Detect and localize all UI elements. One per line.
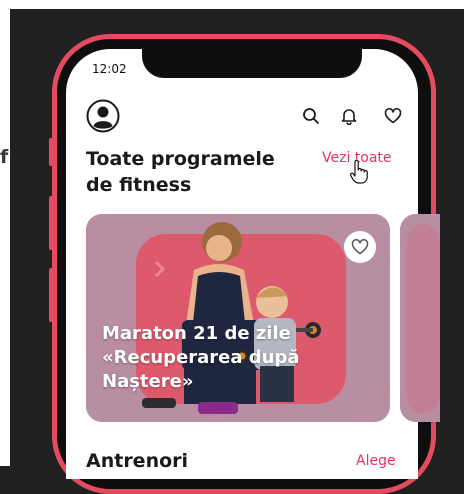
favorite-button[interactable] [344, 231, 376, 263]
side-button-left-2 [49, 196, 55, 250]
heart-outline-icon [351, 239, 369, 255]
next-program-card[interactable] [400, 214, 440, 422]
user-avatar-icon[interactable] [86, 99, 120, 133]
choose-trainer-link[interactable]: Alege [356, 453, 396, 469]
phone-notch [142, 49, 362, 78]
programs-section-title: Toate programele de fitness [86, 148, 275, 196]
side-button-left-1 [49, 138, 55, 166]
background-strip-top [0, 0, 464, 9]
status-time: 12:02 [92, 62, 127, 76]
featured-card-title: Maraton 21 de zile «Recuperarea după Naș… [102, 323, 300, 392]
next-card-illustration [400, 214, 440, 422]
heart-icon[interactable] [384, 107, 402, 125]
hand-cursor-icon [349, 159, 368, 188]
background-text-fragment: f [0, 146, 9, 168]
background-strip-left [0, 0, 10, 466]
side-button-left-3 [49, 268, 55, 322]
search-icon[interactable] [302, 107, 320, 125]
bell-icon[interactable] [340, 107, 358, 126]
trainers-section-title: Antrenori [86, 450, 189, 472]
